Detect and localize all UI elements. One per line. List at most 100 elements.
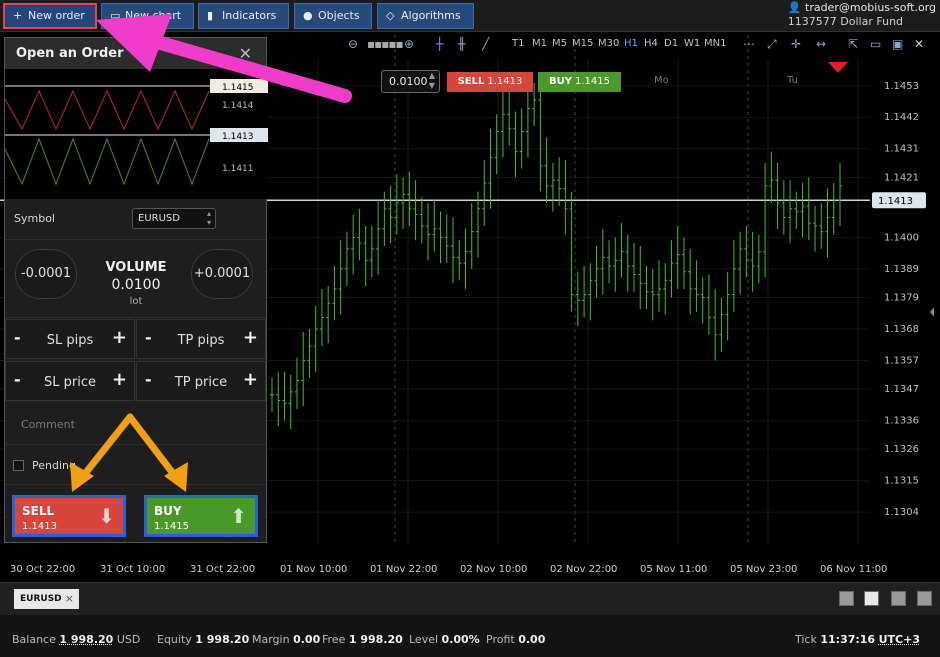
zoom-slider-icon[interactable]: ▪▪▪▪▪ [367,37,404,51]
sl-pips-minus-button[interactable]: - [14,328,21,347]
new-order-button[interactable]: + New order [3,3,97,29]
sell-label: SELL [22,504,55,518]
comment-field[interactable]: Comment [5,405,266,445]
timeframe-m1[interactable]: M1 [532,38,547,49]
zoom-in-icon[interactable]: ⊕ [404,37,414,51]
ohlc-bar [488,128,493,209]
stepper-icon[interactable]: ▲ ▼ [429,71,435,91]
timeframe-m5[interactable]: M5 [552,38,567,49]
timeframe-h4[interactable]: H4 [644,38,658,49]
volume-decrease-button[interactable]: -0.0001 [15,249,77,299]
y-tick-label: 1.1315 [884,476,919,487]
sell-button[interactable]: SELL 1.1413 ⬇ [12,495,126,537]
draw-line-icon[interactable]: ⋯ [743,37,755,51]
pending-label[interactable]: Pending [32,459,76,472]
candle-style-icon[interactable]: ╫ [458,37,465,51]
day-label: Mo [654,75,669,86]
ohlc-bar [451,217,456,284]
minimize-icon[interactable]: ▭ [870,37,881,51]
scroll-handle-icon[interactable] [930,307,934,317]
mini-chart-price-label: 1.1414 [222,101,254,111]
ohlc-bar [482,160,487,226]
tp-pips-minus-button[interactable]: - [145,328,152,347]
tick-time: Tick 11:37:16 UTC+3 [795,633,920,646]
sl-price-minus-button[interactable]: - [14,370,21,389]
ohlc-bar [544,137,549,204]
ohlc-bar [725,271,730,341]
sl-pips-plus-button[interactable]: + [112,327,127,348]
popout-icon[interactable]: ⇱ [848,37,858,51]
tp-price-plus-button[interactable]: + [243,369,258,390]
scroll-icon[interactable]: ↔ [816,37,826,51]
maximize-icon[interactable]: ▣ [892,37,903,51]
line-style-icon[interactable]: ╱ [482,37,489,51]
close-icon[interactable]: ✕ [239,44,252,63]
tab-eurusd[interactable]: EURUSD × [14,589,79,609]
y-tick-label: 1.1379 [884,293,919,304]
tp-price-stepper: - TP price + [136,361,266,401]
crosshair-icon[interactable]: ✛ [791,37,801,51]
pending-checkbox[interactable] [13,460,24,471]
bar-chart-icon: ▮ [207,9,214,22]
timeframe-m30[interactable]: M30 [598,38,619,49]
marker-down-icon [828,62,848,73]
sl-pips-label[interactable]: SL pips [30,333,110,348]
quick-buy-price: 1.1415 [574,76,610,87]
layout-rows-icon[interactable] [917,591,932,606]
order-panel-header: Open an Order [5,38,266,69]
tp-pips-plus-button[interactable]: + [243,327,258,348]
close-icon[interactable]: ✕ [914,37,924,51]
sl-price-label[interactable]: SL price [30,375,110,390]
ohlc-bar [706,274,711,335]
timezone-select[interactable]: UTC+3 [879,633,920,646]
timeframe-w1[interactable]: W1 [684,38,700,49]
margin-level: Level 0.00% [409,633,480,646]
ohlc-bar [500,91,505,158]
algorithms-button[interactable]: ◇ Algorithms [377,3,474,29]
timeframe-h1[interactable]: H1 [624,38,638,49]
objects-button[interactable]: ● Objects [294,3,372,29]
quick-volume-input[interactable]: 0.0100 ▲ ▼ [381,70,440,93]
new-chart-button[interactable]: ▭ New chart [101,3,194,29]
quick-volume-value: 0.0100 [389,75,428,88]
tp-price-minus-button[interactable]: - [145,370,152,389]
chevron-updown-icon: ▴ ▾ [206,209,211,227]
zoom-out-icon[interactable]: ⊖ [348,37,358,51]
timeframe-m15[interactable]: M15 [572,38,593,49]
timeframe-mn1[interactable]: MN1 [704,38,726,49]
indicators-button[interactable]: ▮ Indicators [198,3,289,29]
tp-pips-label[interactable]: TP pips [161,333,241,348]
layout-single-icon[interactable] [839,591,854,606]
timeframe-t1[interactable]: T1 [512,38,524,49]
y-tick-label: 1.1326 [884,444,919,455]
arrow-down-icon: ⬇ [98,504,115,528]
ohlc-bar [613,237,618,292]
ohlc-bar [650,268,655,321]
tab-close-icon[interactable]: × [65,589,74,609]
tp-price-label[interactable]: TP price [161,375,241,390]
buy-button[interactable]: BUY 1.1415 ⬆ [144,495,258,537]
balance: Balance 1 998.20 USD [12,633,141,646]
x-tick-label: 02 Nov 10:00 [460,564,527,575]
volume-increase-button[interactable]: +0.0001 [191,249,253,299]
ohlc-bar [588,263,593,321]
y-tick-label: 1.1389 [884,264,919,275]
tp-pips-stepper: - TP pips + [136,319,266,359]
account-info[interactable]: 👤 trader@mobius-soft.org 1137577 Dollar … [788,1,936,29]
ohlc-bar [775,163,780,229]
new-order-label: New order [28,9,85,22]
volume-unit: lot [129,296,143,307]
algorithms-label: Algorithms [401,9,461,22]
symbol-select[interactable]: EURUSD ▴ ▾ [132,208,216,229]
timeframe-d1[interactable]: D1 [664,38,678,49]
account-email: trader@mobius-soft.org [805,1,936,14]
layout-columns-icon[interactable] [891,591,906,606]
x-tick-label: 05 Nov 11:00 [640,564,707,575]
quick-sell-button[interactable]: SELL 1.1413 [447,72,533,92]
layout-grid-icon[interactable] [864,591,879,606]
bar-style-icon[interactable]: ┼ [436,37,443,51]
quick-buy-button[interactable]: BUY 1.1415 [538,72,621,92]
sl-price-plus-button[interactable]: + [112,369,127,390]
fullscreen-icon[interactable]: ⤢ [767,37,777,52]
ohlc-bar [756,234,761,284]
